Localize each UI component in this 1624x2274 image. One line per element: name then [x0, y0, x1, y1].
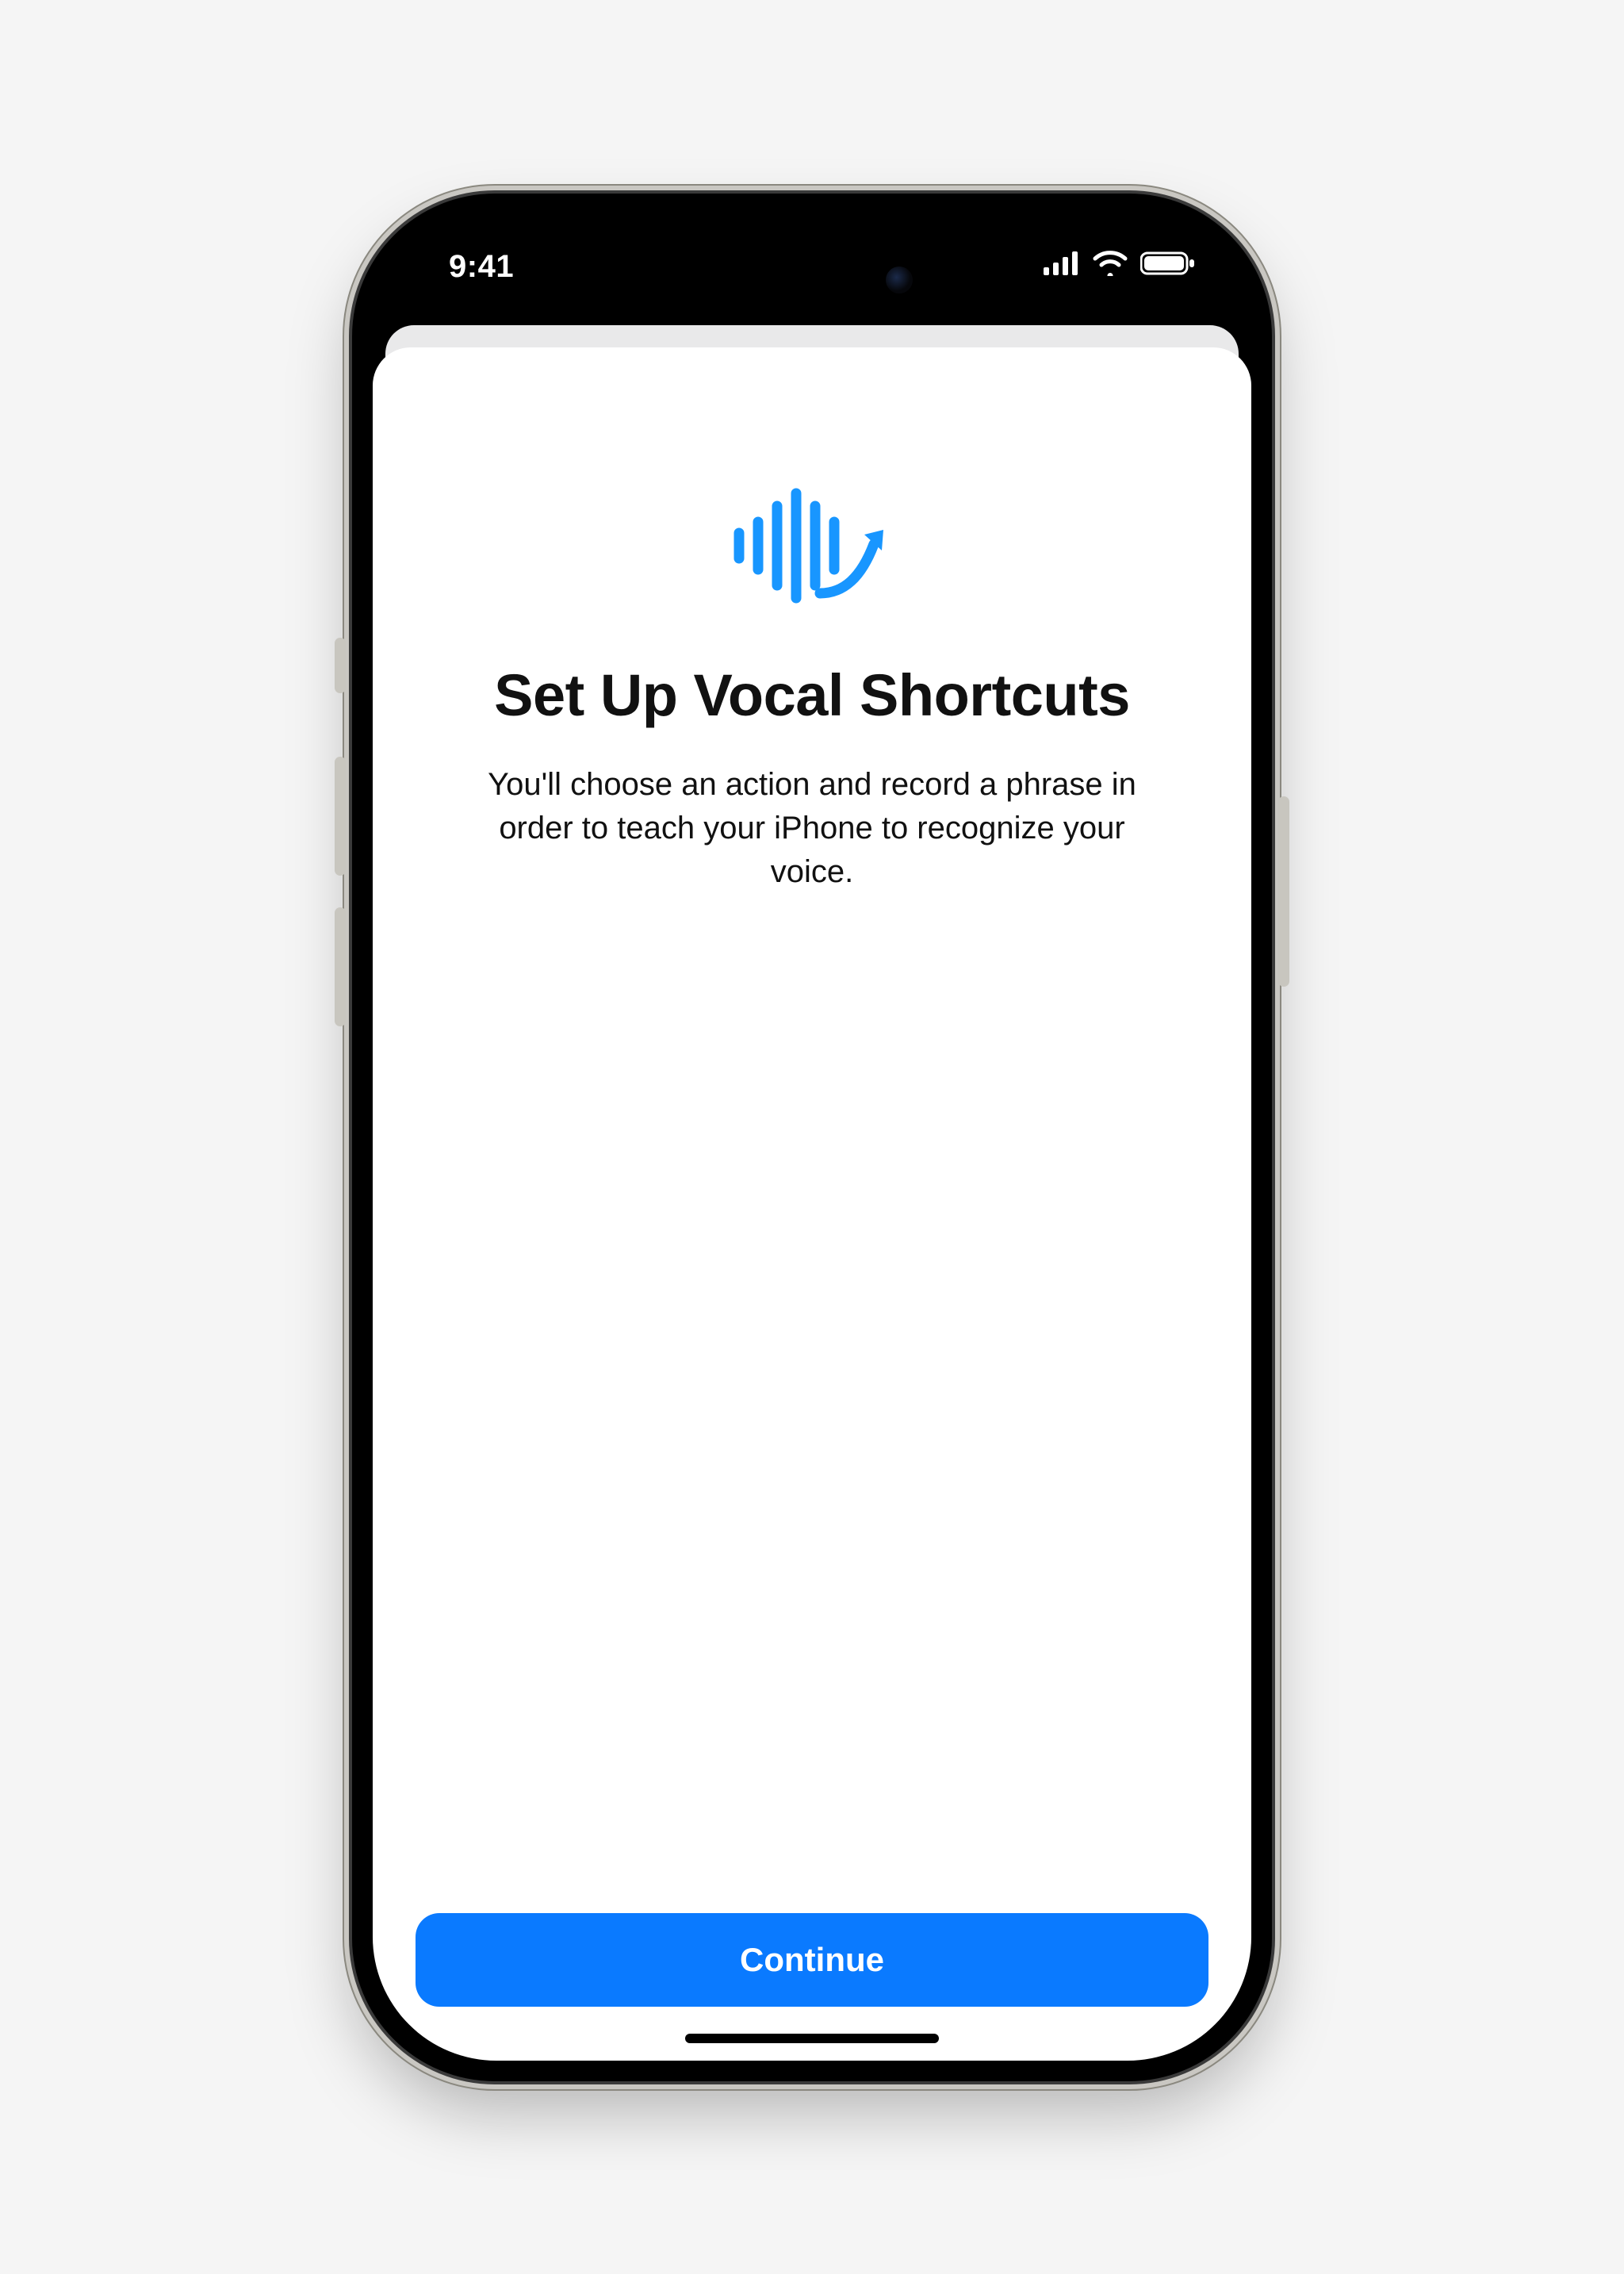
status-time: 9:41 — [449, 249, 514, 285]
spacer — [416, 894, 1208, 1912]
screen: 9:41 — [373, 214, 1251, 2061]
setup-sheet: Set Up Vocal Shortcuts You'll choose an … — [373, 347, 1251, 2061]
side-button[interactable] — [1278, 796, 1289, 987]
home-indicator[interactable] — [685, 2034, 939, 2043]
sheet-header: Set Up Vocal Shortcuts You'll choose an … — [416, 347, 1208, 895]
volume-up-button[interactable] — [335, 757, 346, 876]
battery-icon — [1140, 251, 1196, 276]
sheet-title: Set Up Vocal Shortcuts — [416, 661, 1208, 730]
cta-container: Continue — [416, 1913, 1208, 2007]
sheet-subtitle: You'll choose an action and record a phr… — [463, 763, 1161, 895]
wifi-icon — [1093, 251, 1128, 276]
dynamic-island — [689, 246, 935, 314]
volume-down-button[interactable] — [335, 907, 346, 1026]
cellular-signal-icon — [1044, 251, 1080, 275]
iphone-device-frame: 9:41 — [352, 194, 1272, 2081]
vocal-shortcuts-icon — [725, 482, 899, 613]
status-right-cluster — [1044, 251, 1196, 276]
mute-switch[interactable] — [335, 638, 346, 693]
continue-button[interactable]: Continue — [416, 1913, 1208, 2007]
